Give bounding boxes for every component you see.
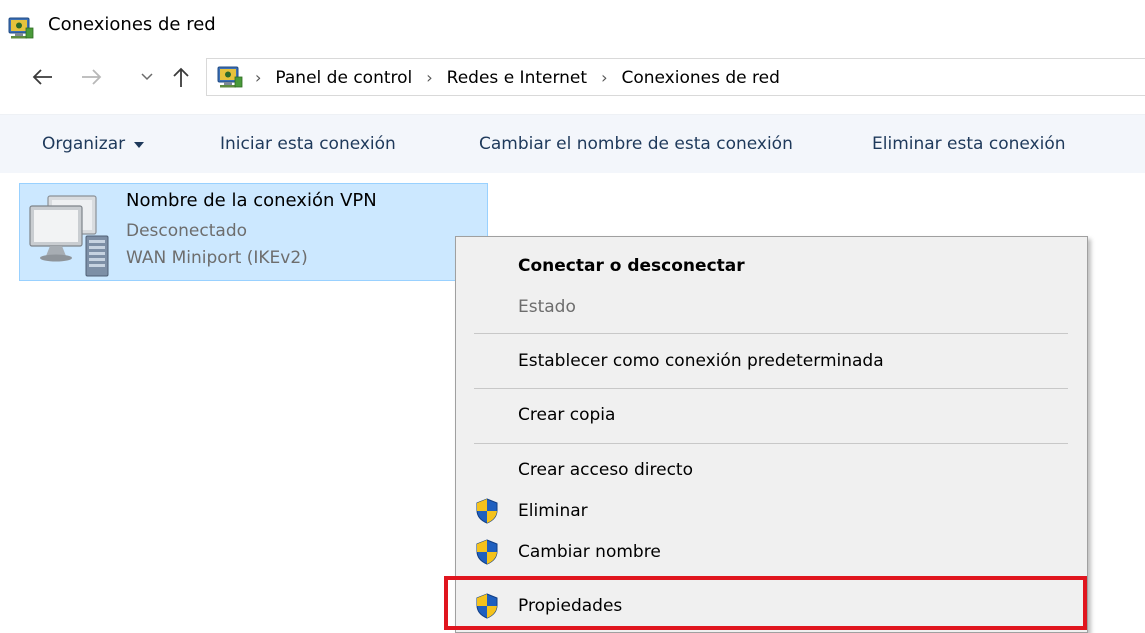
- rename-connection-button[interactable]: Cambiar el nombre de esta conexión: [479, 115, 793, 173]
- menu-item-create-copy[interactable]: Crear copia: [456, 395, 1087, 435]
- menu-separator: [474, 388, 1068, 389]
- breadcrumb-item-networks[interactable]: Redes e Internet: [447, 68, 587, 88]
- window-title: Conexiones de red: [48, 14, 216, 35]
- delete-connection-label: Eliminar esta conexión: [872, 134, 1066, 154]
- network-connections-icon: [8, 17, 34, 39]
- breadcrumb-item-connections[interactable]: Conexiones de red: [621, 68, 779, 88]
- breadcrumb-item-control-panel[interactable]: Panel de control: [275, 68, 412, 88]
- menu-item-label: Propiedades: [518, 596, 623, 616]
- organize-button[interactable]: Organizar: [42, 115, 145, 173]
- up-button[interactable]: [166, 62, 196, 92]
- vpn-connection-icon: [29, 195, 109, 277]
- start-connection-label: Iniciar esta conexión: [220, 134, 396, 154]
- uac-shield-icon: [476, 498, 498, 524]
- chevron-down-icon: [141, 73, 153, 81]
- menu-item-label: Crear acceso directo: [518, 460, 693, 480]
- vpn-connection-item[interactable]: Nombre de la conexión VPN Desconectado W…: [19, 183, 488, 281]
- navigation-bar: › Panel de control › Redes e Internet › …: [0, 58, 1145, 98]
- menu-item-label: Establecer como conexión predeterminada: [518, 351, 884, 371]
- connection-name: Nombre de la conexión VPN: [126, 190, 377, 211]
- connection-status: Desconectado: [126, 221, 248, 241]
- forward-button[interactable]: [76, 62, 106, 92]
- menu-separator: [474, 333, 1068, 334]
- command-bar: Organizar Iniciar esta conexión Cambiar …: [0, 114, 1145, 173]
- menu-item-rename[interactable]: Cambiar nombre: [456, 532, 1087, 572]
- menu-item-properties[interactable]: Propiedades: [456, 586, 1087, 626]
- menu-item-label: Estado: [518, 297, 576, 317]
- control-panel-icon: [217, 66, 243, 88]
- menu-separator: [474, 579, 1068, 580]
- breadcrumb-separator-icon[interactable]: ›: [601, 68, 607, 87]
- arrow-left-icon: [32, 69, 52, 85]
- menu-item-delete[interactable]: Eliminar: [456, 491, 1087, 531]
- breadcrumb-separator-icon[interactable]: ›: [255, 68, 261, 87]
- connection-device: WAN Miniport (IKEv2): [126, 248, 308, 268]
- back-button[interactable]: [28, 62, 58, 92]
- organize-label: Organizar: [42, 134, 126, 154]
- breadcrumb-separator-icon[interactable]: ›: [426, 68, 432, 87]
- menu-item-label: Crear copia: [518, 405, 616, 425]
- menu-item-label: Eliminar: [518, 501, 588, 521]
- title-bar: Conexiones de red: [0, 0, 1145, 58]
- menu-item-set-default[interactable]: Establecer como conexión predeterminada: [456, 341, 1087, 381]
- recent-locations-button[interactable]: [136, 62, 158, 92]
- delete-connection-button[interactable]: Eliminar esta conexión: [872, 115, 1066, 173]
- menu-item-label: Conectar o desconectar: [518, 256, 745, 276]
- menu-item-status[interactable]: Estado: [456, 287, 1087, 327]
- explorer-window: Conexiones de red › Panel de control › R…: [0, 0, 1145, 633]
- arrow-right-icon: [82, 69, 102, 85]
- menu-item-label: Cambiar nombre: [518, 542, 661, 562]
- breadcrumb: › Panel de control › Redes e Internet › …: [255, 59, 780, 97]
- arrow-up-icon: [173, 67, 189, 87]
- start-connection-button[interactable]: Iniciar esta conexión: [220, 115, 396, 173]
- dropdown-caret-icon: [134, 142, 145, 148]
- menu-separator: [474, 443, 1068, 444]
- menu-item-connect-disconnect[interactable]: Conectar o desconectar: [456, 246, 1087, 286]
- context-menu: Conectar o desconectar Estado Establecer…: [444, 236, 1088, 633]
- menu-item-create-shortcut[interactable]: Crear acceso directo: [456, 450, 1087, 490]
- rename-connection-label: Cambiar el nombre de esta conexión: [479, 134, 793, 154]
- address-bar[interactable]: › Panel de control › Redes e Internet › …: [206, 58, 1145, 96]
- uac-shield-icon: [476, 593, 498, 619]
- uac-shield-icon: [476, 539, 498, 565]
